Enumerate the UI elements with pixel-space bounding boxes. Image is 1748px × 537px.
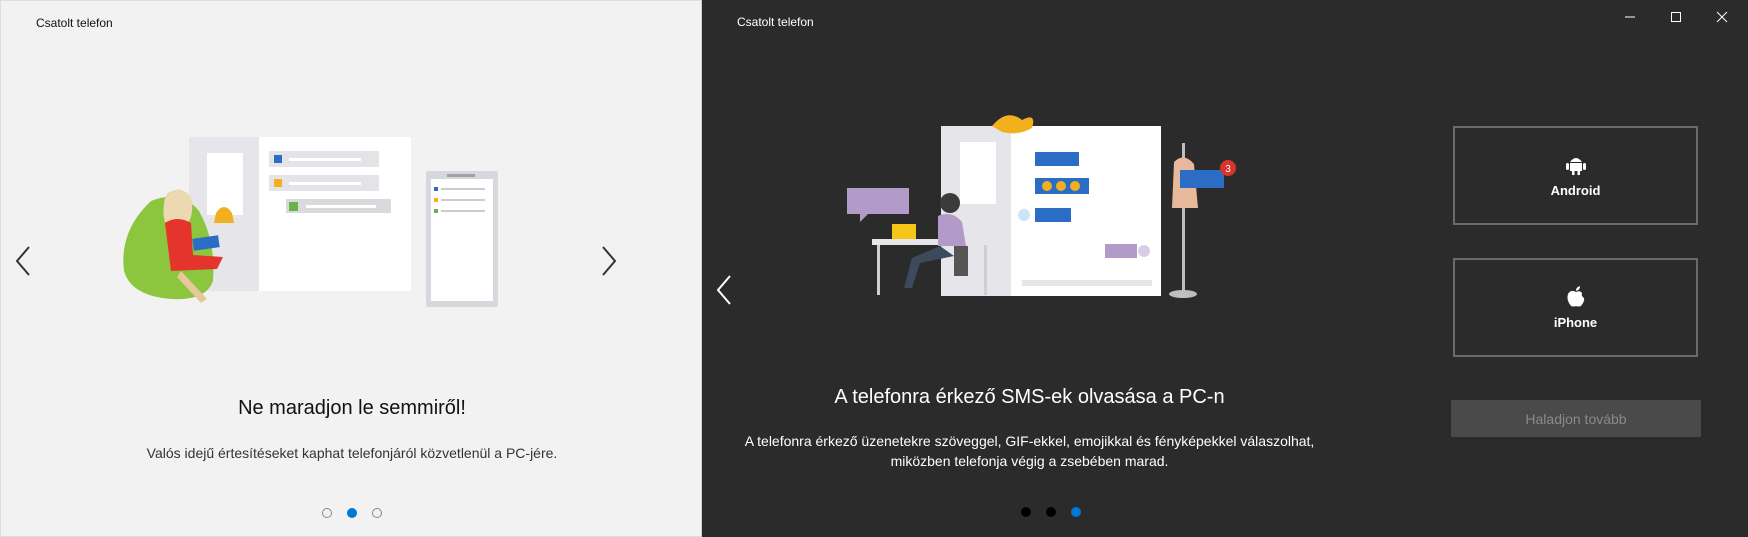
- carousel-dot[interactable]: [372, 508, 382, 518]
- messaging-illustration: 3: [847, 115, 1236, 298]
- android-icon: [1565, 158, 1586, 175]
- carousel-dot[interactable]: [1021, 507, 1031, 517]
- previous-arrow-icon[interactable]: [710, 270, 738, 310]
- maximize-button[interactable]: [1653, 0, 1699, 34]
- iphone-button[interactable]: iPhone: [1453, 258, 1698, 357]
- carousel-dot[interactable]: [347, 508, 357, 518]
- window-title: Csatolt telefon: [36, 16, 113, 30]
- maximize-icon: [1671, 12, 1681, 22]
- carousel-dot[interactable]: [1046, 507, 1056, 517]
- description-line: miközben telefonja végig a zsebében mara…: [890, 453, 1169, 469]
- notifications-illustration: [123, 137, 498, 307]
- iphone-label: iPhone: [1553, 315, 1598, 330]
- minimize-icon: [1625, 16, 1635, 18]
- apple-icon: [1566, 286, 1584, 307]
- carousel-dots: [1021, 507, 1081, 517]
- window-title: Csatolt telefon: [737, 15, 814, 29]
- previous-arrow-icon[interactable]: [9, 241, 37, 281]
- android-button[interactable]: Android: [1453, 126, 1698, 225]
- description-line: A telefonra érkező üzenetekre szöveggel,…: [744, 433, 1315, 449]
- right-window: Csatolt telefon 3 A telefonra érkező SMS…: [702, 0, 1748, 537]
- page-description: Valós idejű értesítéseket kaphat telefon…: [146, 445, 558, 461]
- close-icon: [1716, 11, 1728, 23]
- page-description: A telefonra érkező üzenetekre szöveggel,…: [702, 431, 1357, 471]
- continue-button[interactable]: Haladjon tovább: [1451, 400, 1701, 437]
- android-label: Android: [1550, 183, 1601, 198]
- left-window: Csatolt telefon Ne maradjon le semmiről!…: [0, 0, 702, 537]
- minimize-button[interactable]: [1607, 0, 1653, 34]
- carousel-dot[interactable]: [1071, 507, 1081, 517]
- carousel-dot[interactable]: [322, 508, 332, 518]
- carousel-dots: [322, 508, 382, 518]
- next-arrow-icon[interactable]: [595, 241, 623, 281]
- notification-badge: 3: [1225, 164, 1231, 175]
- page-heading: Ne maradjon le semmiről!: [238, 397, 466, 419]
- page-heading: A telefonra érkező SMS-ek olvasása a PC-…: [834, 386, 1225, 408]
- close-button[interactable]: [1699, 0, 1745, 34]
